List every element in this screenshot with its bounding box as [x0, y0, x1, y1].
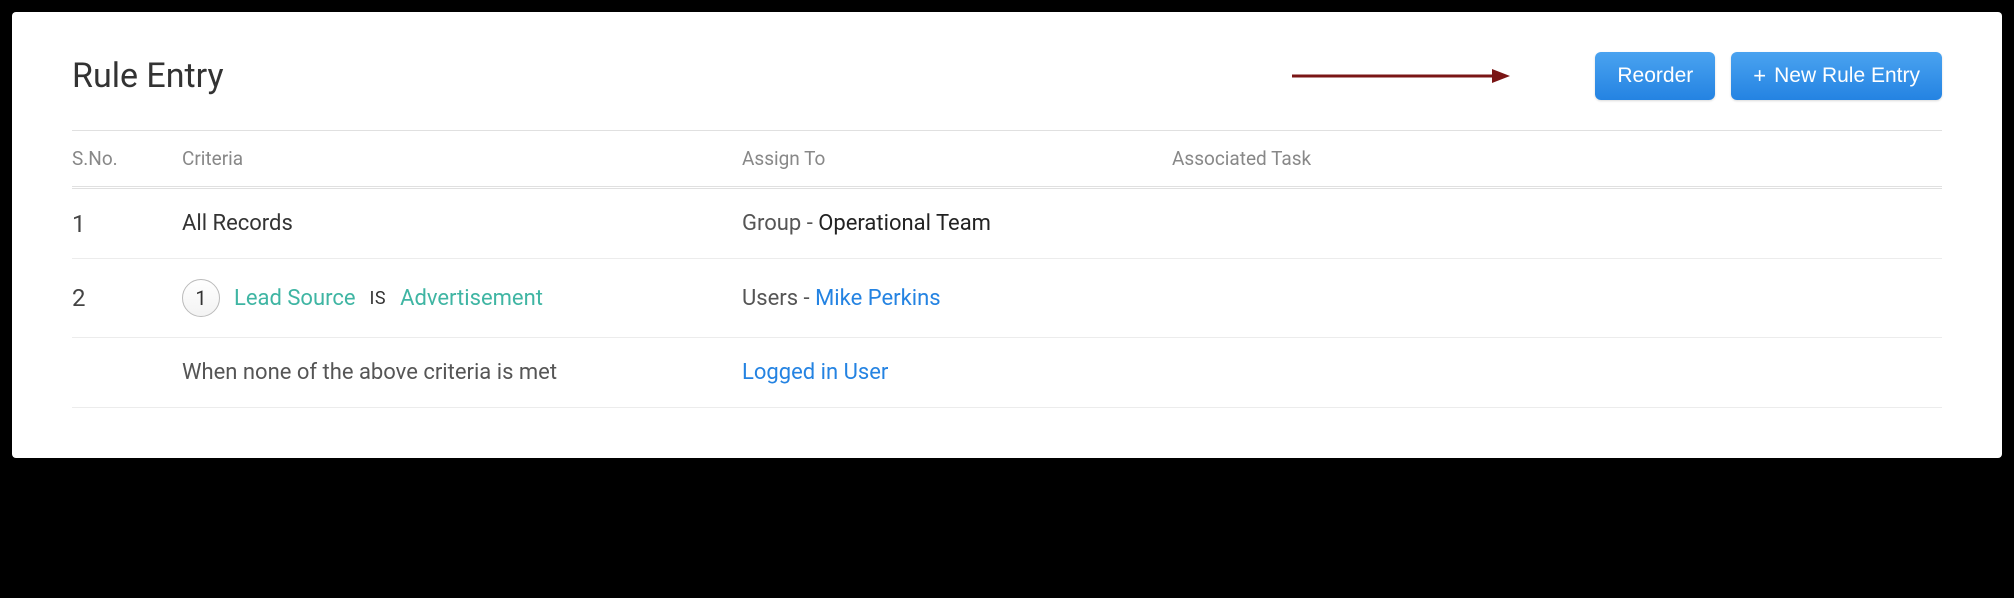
- table-row: 2 1 Lead Source IS Advertisement Users -…: [72, 259, 1942, 338]
- reorder-button-label: Reorder: [1617, 64, 1693, 88]
- criteria-value: Advertisement: [400, 286, 543, 311]
- table-row-fallback: When none of the above criteria is met L…: [72, 338, 1942, 408]
- new-rule-entry-button-label: New Rule Entry: [1774, 64, 1920, 88]
- page-title: Rule Entry: [72, 56, 224, 96]
- assign-value: Operational Team: [818, 211, 991, 236]
- header-row: Rule Entry Reorder + New Rule Entry: [72, 52, 1942, 100]
- th-task: Associated Task: [1172, 147, 1942, 170]
- th-criteria: Criteria: [182, 147, 742, 170]
- header-actions: Reorder + New Rule Entry: [1595, 52, 1942, 100]
- th-assign: Assign To: [742, 147, 1172, 170]
- assign-prefix: Users -: [742, 286, 815, 311]
- row-sno: 2: [72, 284, 182, 312]
- annotation-arrow: [1292, 61, 1512, 91]
- reorder-button[interactable]: Reorder: [1595, 52, 1715, 100]
- table-header: S.No. Criteria Assign To Associated Task: [72, 130, 1942, 189]
- criteria-operator: IS: [370, 288, 387, 309]
- rule-entry-panel: Rule Entry Reorder + New Rule Entry S.No…: [12, 12, 2002, 458]
- table-row: 1 All Records Group - Operational Team: [72, 189, 1942, 259]
- assign-user-link[interactable]: Mike Perkins: [815, 286, 940, 311]
- assign-prefix: Group -: [742, 211, 818, 236]
- criteria-chip: 1 Lead Source IS Advertisement: [182, 279, 543, 317]
- th-sno: S.No.: [72, 147, 182, 170]
- plus-icon: +: [1753, 65, 1766, 87]
- criteria-chip-number: 1: [182, 279, 220, 317]
- row-criteria: All Records: [182, 211, 293, 236]
- fallback-criteria: When none of the above criteria is met: [182, 360, 557, 385]
- new-rule-entry-button[interactable]: + New Rule Entry: [1731, 52, 1942, 100]
- fallback-assign-link[interactable]: Logged in User: [742, 360, 888, 385]
- row-sno: 1: [72, 210, 182, 238]
- criteria-field: Lead Source: [234, 286, 356, 311]
